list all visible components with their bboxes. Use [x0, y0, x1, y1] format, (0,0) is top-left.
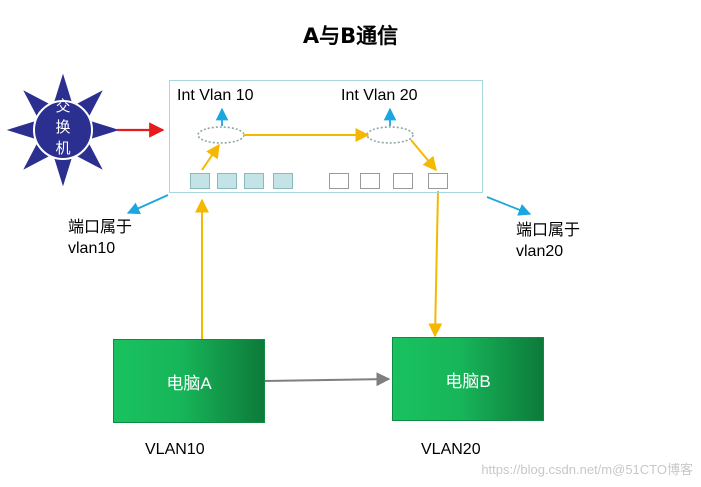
left-port-note-arrow — [126, 194, 169, 215]
switch-label-char: 换 — [55, 118, 71, 136]
switch-port-vlan10 — [244, 173, 264, 189]
switch-port-vlan20 — [393, 173, 413, 189]
computer-b-vlan-label: VLAN20 — [421, 441, 481, 458]
right-port-note-line1: 端口属于 — [516, 220, 581, 239]
int-vlan10-label: Int Vlan 10 — [177, 87, 254, 104]
switch-port-vlan20 — [360, 173, 380, 189]
switch-label-char: 交 — [55, 97, 71, 115]
switch-port-vlan10 — [190, 173, 210, 189]
watermark-text: https://blog.csdn.net/m@51CTO博客 — [481, 462, 693, 477]
left-port-note-line1: 端口属于 — [68, 217, 133, 236]
computer-b-box: 电脑B — [392, 337, 544, 421]
switch-port-vlan10 — [273, 173, 293, 189]
switch-port-vlan20 — [329, 173, 349, 189]
switch-port-vlan20 — [428, 173, 448, 189]
flow-port-to-pc-b — [428, 190, 443, 338]
left-port-note-line2: vlan10 — [68, 240, 116, 257]
int-vlan20-label: Int Vlan 20 — [341, 87, 418, 104]
direct-a-to-b-arrow — [264, 372, 391, 387]
switch-label-char: 机 — [55, 139, 71, 157]
computer-b-label: 电脑B — [445, 371, 491, 391]
computer-a-vlan-label: VLAN10 — [145, 441, 205, 458]
right-port-note-arrow — [486, 196, 532, 216]
computer-a-label: 电脑A — [166, 373, 212, 393]
switch-label: 交 换 机 — [40, 96, 86, 159]
left-port-note: 端口属于 vlan10 — [68, 216, 132, 260]
right-port-note: 端口属于 vlan20 — [516, 219, 580, 263]
right-port-note-line2: vlan20 — [516, 243, 564, 260]
computer-a-box: 电脑A — [113, 339, 265, 423]
switch-port-vlan10 — [217, 173, 237, 189]
